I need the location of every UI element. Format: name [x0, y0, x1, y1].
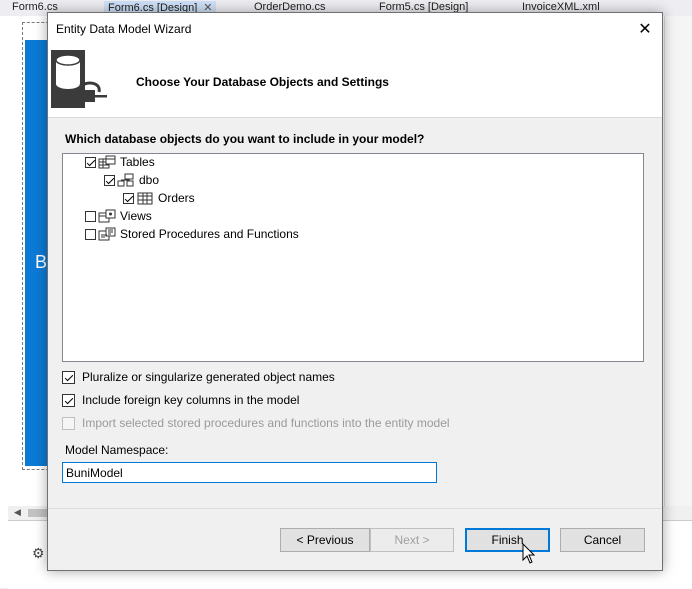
component-tray-icon[interactable]: ⚙: [32, 545, 45, 562]
model-namespace-label: Model Namespace:: [65, 443, 169, 457]
database-connection-icon: [51, 50, 107, 108]
pluralize-option[interactable]: Pluralize or singularize generated objec…: [62, 369, 335, 385]
tree-item-label: Orders: [158, 191, 195, 205]
table-icon: [137, 192, 153, 205]
designer-blue-panel: B: [25, 40, 49, 466]
foreign-key-checkbox[interactable]: [62, 393, 75, 407]
tree-item-label: dbo: [139, 173, 160, 187]
stored-procedures-icon: [98, 227, 116, 241]
tree-item-label: Tables: [120, 155, 155, 169]
finish-button[interactable]: Finish: [465, 528, 550, 552]
close-button[interactable]: ✕: [628, 13, 662, 44]
views-checkbox[interactable]: [85, 210, 96, 222]
pluralize-checkbox[interactable]: [62, 370, 75, 384]
tree-item-label: Stored Procedures and Functions: [120, 227, 299, 241]
entity-data-model-wizard-dialog: Entity Data Model Wizard ✕ Choose Your D…: [47, 12, 663, 571]
dbo-checkbox[interactable]: [104, 174, 115, 186]
views-icon: [98, 209, 116, 223]
database-objects-tree[interactable]: Tables dbo Orders Views Stored Procedure…: [62, 153, 644, 362]
foreign-key-option[interactable]: Include foreign key columns in the model: [62, 392, 299, 408]
tree-item-orders[interactable]: Orders: [123, 190, 195, 206]
import-procedures-checkbox: [62, 416, 75, 430]
dialog-title: Entity Data Model Wizard: [56, 22, 192, 36]
foreign-key-label: Include foreign key columns in the model: [82, 393, 300, 407]
model-namespace-input[interactable]: [62, 462, 437, 483]
tree-item-tables[interactable]: Tables: [85, 154, 155, 170]
tree-item-label: Views: [120, 209, 152, 223]
mouse-cursor-icon: [522, 543, 536, 564]
tree-item-views[interactable]: Views: [85, 208, 152, 224]
database-objects-question: Which database objects do you want to in…: [65, 132, 425, 146]
tables-icon: [98, 155, 116, 169]
close-icon: ✕: [638, 20, 652, 38]
stored-procedures-checkbox[interactable]: [85, 228, 96, 240]
tree-item-stored-procedures[interactable]: Stored Procedures and Functions: [85, 226, 299, 242]
dialog-titlebar: Entity Data Model Wizard ✕: [48, 13, 662, 44]
import-procedures-option: Import selected stored procedures and fu…: [62, 415, 450, 431]
tree-item-dbo[interactable]: dbo: [104, 172, 159, 188]
wizard-page-title: Choose Your Database Objects and Setting…: [136, 75, 389, 89]
wizard-header: Choose Your Database Objects and Setting…: [48, 44, 662, 118]
pluralize-label: Pluralize or singularize generated objec…: [82, 370, 335, 384]
schema-icon: [117, 173, 134, 187]
previous-button[interactable]: < Previous: [280, 528, 370, 552]
next-button: Next >: [370, 528, 454, 552]
panel-letter: B: [35, 252, 48, 272]
orders-checkbox[interactable]: [123, 192, 134, 204]
footer-separator: [48, 508, 662, 509]
tables-checkbox[interactable]: [85, 156, 96, 168]
ide-right-strip: [664, 16, 692, 506]
scroll-left-icon[interactable]: ◀: [14, 507, 21, 518]
import-procedures-label: Import selected stored procedures and fu…: [82, 416, 450, 430]
cancel-button[interactable]: Cancel: [560, 528, 645, 552]
